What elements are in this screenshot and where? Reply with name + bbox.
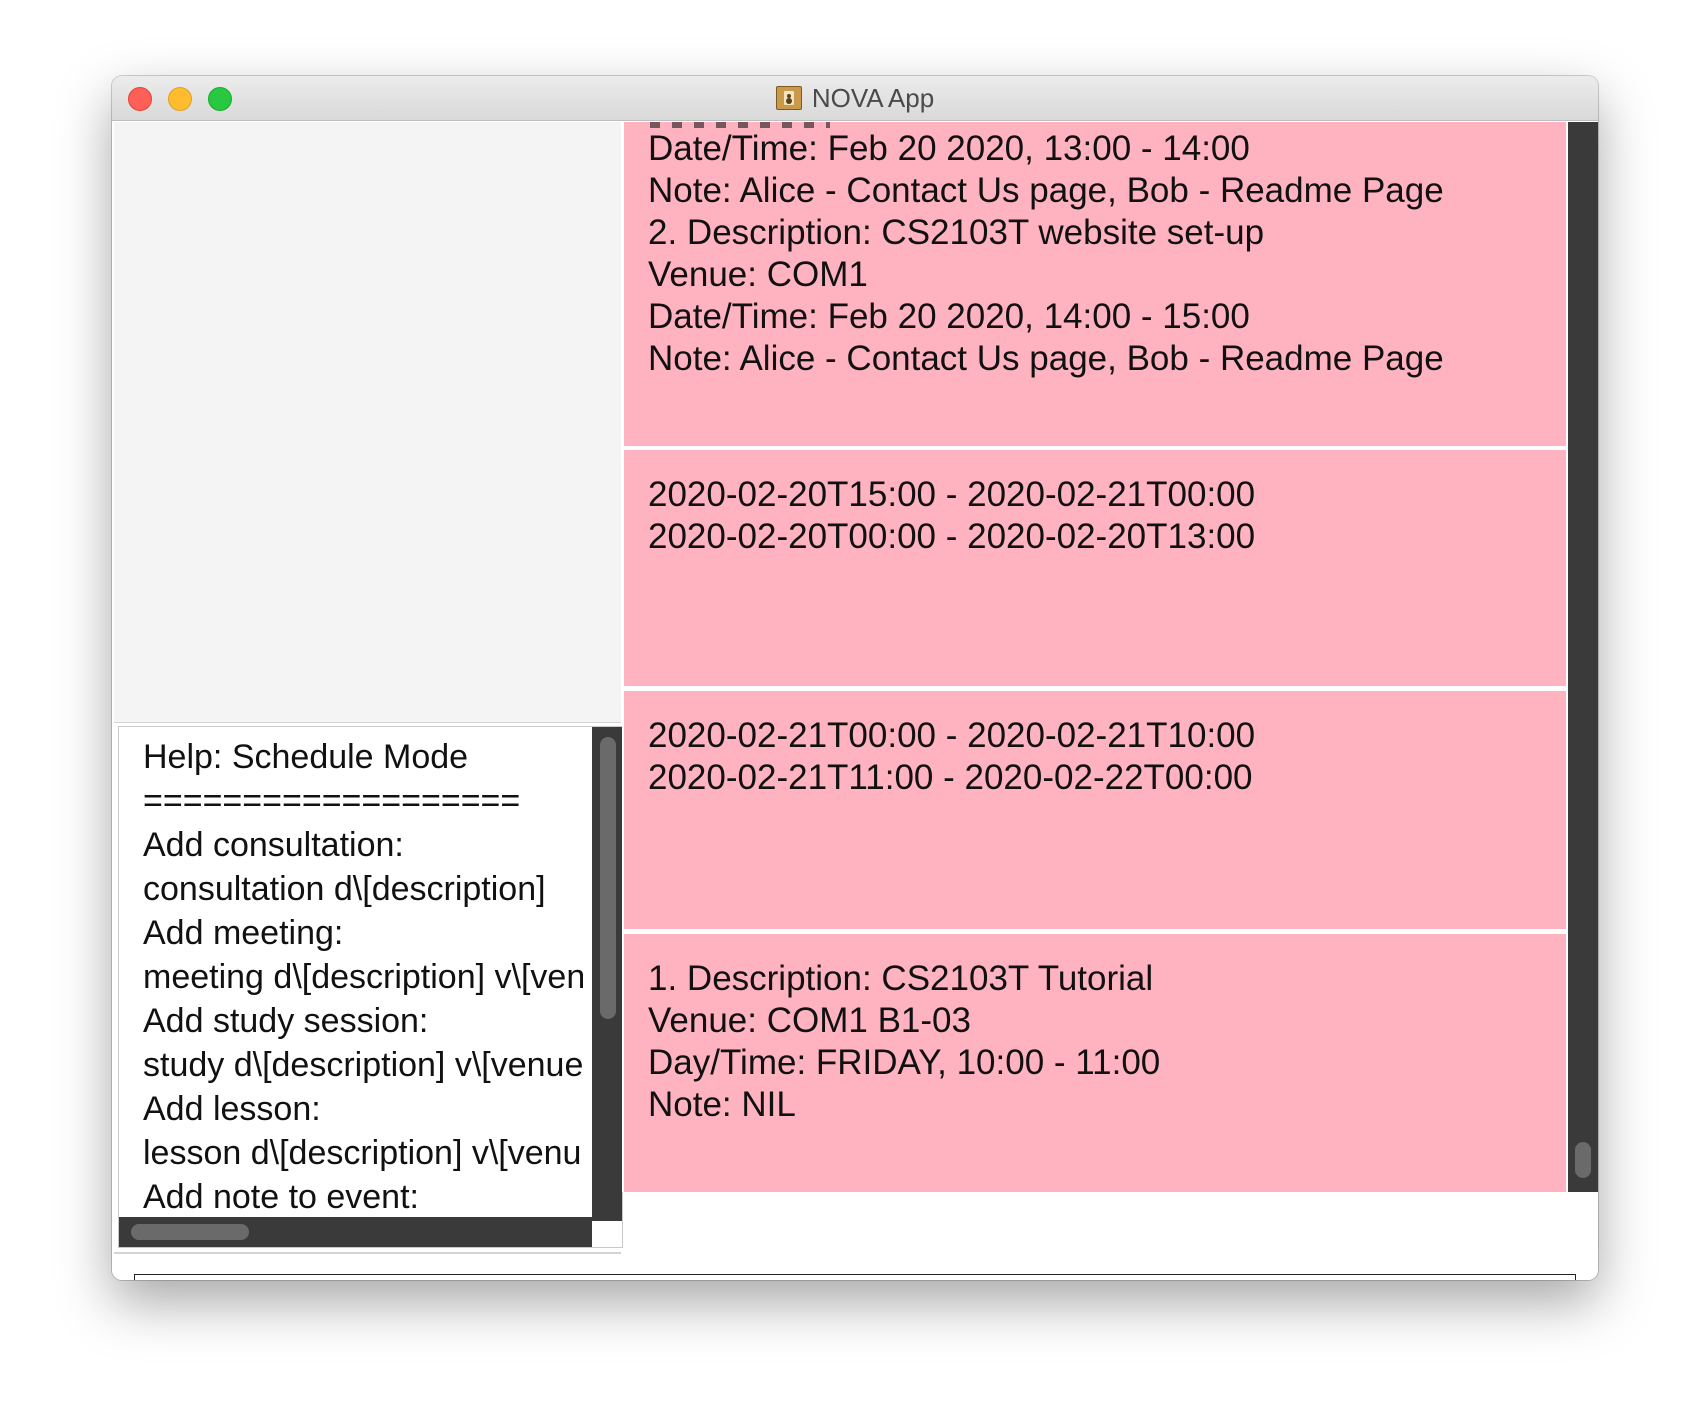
help-line: meeting d\[description] v\[venue] — [143, 958, 583, 996]
help-line: Add lesson: — [143, 1090, 321, 1128]
event-list-vertical-scrollbar[interactable] — [1568, 122, 1598, 1192]
title-bar[interactable]: NOVA App — [112, 76, 1598, 121]
help-line: consultation d\[description] — [143, 870, 546, 908]
window-title: NOVA App — [811, 82, 935, 113]
free-slot-line: 2020-02-20T15:00 - 2020-02-21T00:00 — [648, 475, 1256, 514]
event-line: Date/Time: Feb 20 2020, 14:00 - 15:00 — [648, 297, 1250, 336]
title-area: NOVA App — [112, 76, 1598, 120]
event-list-scroll-thumb[interactable] — [1575, 1142, 1591, 1178]
help-line: Add study session: — [143, 1002, 429, 1040]
help-line: Add meeting: — [143, 914, 344, 952]
help-horizontal-scroll-thumb[interactable] — [131, 1224, 249, 1240]
app-window: NOVA App Help: Schedule Mode ===========… — [112, 76, 1598, 1280]
free-slot-card[interactable]: 2020-02-21T00:00 - 2020-02-21T10:00 2020… — [624, 691, 1566, 929]
help-line: Help: Schedule Mode — [143, 738, 469, 776]
event-line: Venue: COM1 B1-03 — [648, 1001, 971, 1040]
help-line: =================== — [143, 782, 521, 820]
help-line: Add note to event: — [143, 1178, 419, 1216]
help-vertical-scroll-thumb[interactable] — [600, 737, 616, 1019]
help-horizontal-scrollbar[interactable] — [119, 1217, 592, 1247]
event-line: 1. Description: CS2103T Tutorial — [648, 959, 1154, 998]
left-empty-panel — [114, 122, 621, 723]
event-card[interactable]: Date/Time: Feb 20 2020, 13:00 - 14:00 No… — [624, 122, 1566, 446]
event-line: Venue: COM1 — [648, 255, 868, 294]
help-line: Add consultation: — [143, 826, 404, 864]
command-input[interactable] — [134, 1274, 1576, 1280]
free-slot-card[interactable]: 2020-02-20T15:00 - 2020-02-21T00:00 2020… — [624, 450, 1566, 686]
free-slot-line: 2020-02-21T11:00 - 2020-02-22T00:00 — [648, 758, 1253, 797]
event-line: Date/Time: Feb 20 2020, 13:00 - 14:00 — [648, 129, 1250, 168]
help-line: study d\[description] v\[venue] — [143, 1046, 583, 1084]
event-line: Note: Alice - Contact Us page, Bob - Rea… — [648, 171, 1444, 210]
event-line: 2. Description: CS2103T website set-up — [648, 213, 1265, 252]
help-text: Help: Schedule Mode =================== … — [143, 735, 583, 1221]
event-line: Note: Alice - Contact Us page, Bob - Rea… — [648, 339, 1444, 378]
free-slot-line: 2020-02-21T00:00 - 2020-02-21T10:00 — [648, 716, 1256, 755]
help-panel[interactable]: Help: Schedule Mode =================== … — [118, 726, 623, 1248]
clipped-text-remnant — [650, 122, 830, 128]
event-list[interactable]: Date/Time: Feb 20 2020, 13:00 - 14:00 No… — [622, 122, 1598, 1192]
event-card[interactable]: 1. Description: CS2103T Tutorial Venue: … — [624, 934, 1566, 1192]
app-contact-book-icon — [775, 86, 802, 110]
free-slot-line: 2020-02-20T00:00 - 2020-02-20T13:00 — [648, 517, 1256, 556]
help-line: lesson d\[description] v\[venue] — [143, 1134, 583, 1172]
help-vertical-scrollbar[interactable] — [592, 727, 622, 1221]
event-line: Note: NIL — [648, 1085, 796, 1124]
event-line: Day/Time: FRIDAY, 10:00 - 11:00 — [648, 1043, 1161, 1082]
